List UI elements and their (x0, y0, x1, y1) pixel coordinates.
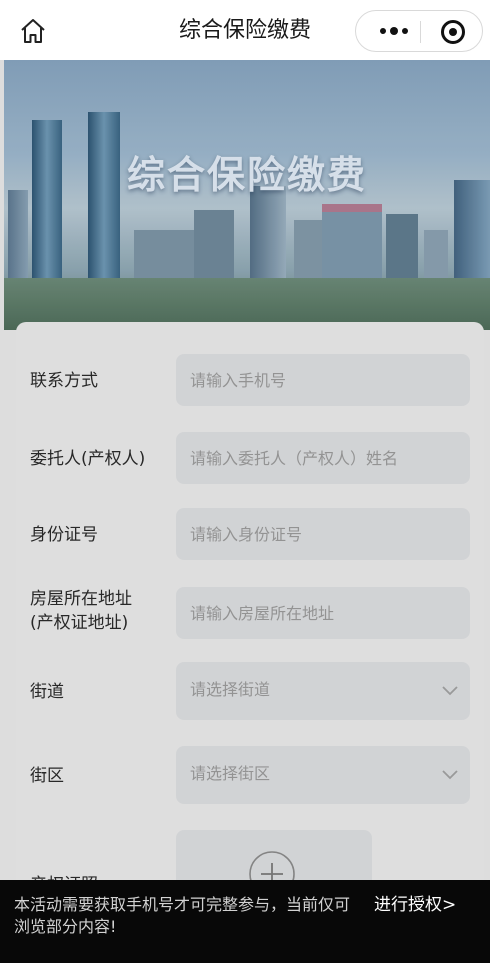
address-label-line2: (产权证地址) (30, 613, 129, 633)
banner-title: 综合保险缴费 (126, 153, 367, 197)
authorize-button[interactable]: 进行授权> (374, 894, 456, 916)
street-select[interactable]: 请选择街道 (176, 662, 470, 720)
authorization-bar: 本活动需要获取手机号才可完整参与，当前仅可浏览部分内容! 进行授权> (0, 880, 490, 963)
address-label-line1: 房屋所在地址 (30, 589, 132, 609)
form-row-district: 街区 请选择街区 (16, 746, 484, 804)
district-label: 街区 (30, 766, 64, 786)
mini-program-close-icon[interactable] (440, 19, 466, 45)
contact-label: 联系方式 (30, 371, 98, 391)
address-input[interactable] (176, 587, 470, 639)
form-row-contact: 联系方式 (16, 354, 484, 406)
id-number-input[interactable] (176, 508, 470, 560)
id-number-label: 身份证号 (30, 525, 98, 545)
form-row-id: 身份证号 (16, 508, 484, 560)
form-card: 联系方式 委托人(产权人) 身份证号 房屋所在地址 (产权证地址) 街道 请选择… (16, 322, 484, 963)
top-nav-bar: 综合保险缴费 (0, 0, 490, 60)
authorization-message: 本活动需要获取手机号才可完整参与，当前仅可浏览部分内容! (14, 895, 351, 936)
skyline-building (8, 190, 28, 280)
form-row-client: 委托人(产权人) (16, 432, 484, 484)
skyline-building (250, 186, 286, 290)
client-name-input[interactable] (176, 432, 470, 484)
phone-input[interactable] (176, 354, 470, 406)
chevron-down-icon (442, 770, 458, 780)
address-field (176, 587, 470, 639)
form-row-street: 街道 请选择街道 (16, 662, 484, 720)
mini-program-capsule (355, 10, 483, 52)
chevron-down-icon (442, 686, 458, 696)
address-label: 房屋所在地址 (产权证地址) (30, 587, 132, 635)
client-name-field (176, 432, 470, 484)
banner-image: 综合保险缴费 (4, 60, 490, 330)
capsule-divider (420, 21, 421, 43)
client-label: 委托人(产权人) (30, 449, 146, 469)
street-select-placeholder: 请选择街道 (190, 680, 271, 699)
form-row-address: 房屋所在地址 (产权证地址) (16, 586, 484, 640)
district-select-placeholder: 请选择街区 (190, 764, 271, 783)
phone-field (176, 354, 470, 406)
id-number-field (176, 508, 470, 560)
district-select[interactable]: 请选择街区 (176, 746, 470, 804)
street-label: 街道 (30, 682, 64, 702)
more-dots-icon[interactable] (372, 19, 416, 43)
